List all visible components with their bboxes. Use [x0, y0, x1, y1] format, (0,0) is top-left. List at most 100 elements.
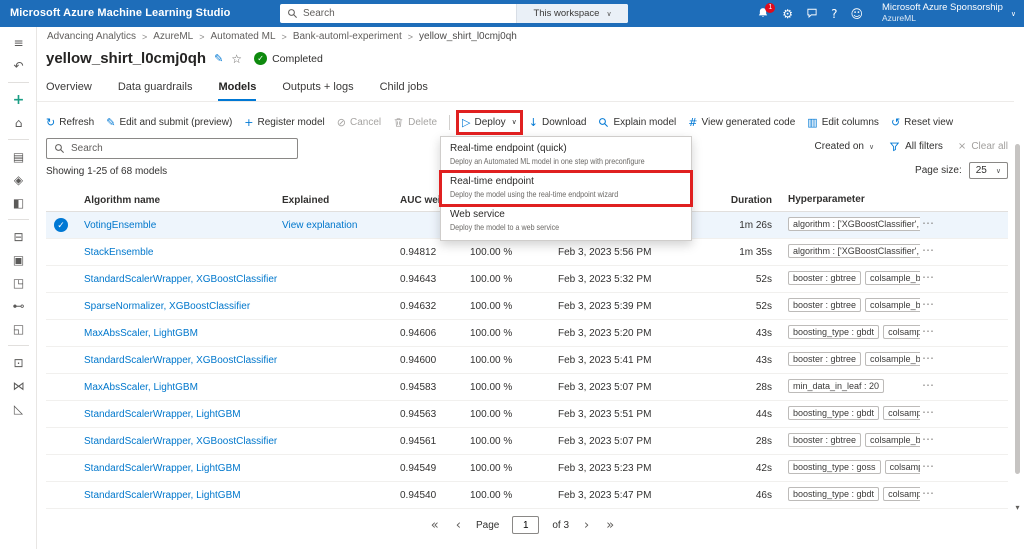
table-row[interactable]: MaxAbsScaler, LightGBM0.94606100.00 %Feb…	[46, 320, 1008, 347]
reset-view-button[interactable]: ↺Reset view	[891, 116, 953, 129]
table-row[interactable]: StandardScalerWrapper, LightGBM0.9454010…	[46, 482, 1008, 509]
last-page-button[interactable]: »	[604, 518, 616, 533]
row-more-actions-button[interactable]: ⋯	[922, 459, 935, 473]
model-name-link[interactable]: StandardScalerWrapper, XGBoostClassifier	[84, 274, 277, 285]
nav-compute[interactable]: ⊡	[0, 351, 37, 374]
nav-collapse[interactable]: ↶	[0, 54, 37, 77]
table-row[interactable]: SparseNormalizer, XGBoostClassifier0.946…	[46, 293, 1008, 320]
register-model-button[interactable]: +Register model	[244, 116, 324, 129]
breadcrumb-item[interactable]: Advancing Analytics	[47, 31, 136, 42]
edit-columns-button[interactable]: ▥Edit columns	[807, 116, 879, 129]
clear-all-button[interactable]: × Clear all	[958, 141, 1008, 152]
breadcrumb-item[interactable]: AzureML	[153, 31, 193, 42]
selected-check-icon[interactable]: ✓	[54, 218, 68, 232]
table-row[interactable]: StandardScalerWrapper, XGBoostClassifier…	[46, 428, 1008, 455]
real-time-endpoint-quick-menu-item[interactable]: Real-time endpoint (quick)Deploy an Auto…	[441, 139, 691, 172]
row-more-actions-button[interactable]: ⋯	[922, 486, 935, 500]
nav-data-labeling[interactable]: ◺	[0, 397, 37, 420]
table-row[interactable]: StandardScalerWrapper, XGBoostClassifier…	[46, 266, 1008, 293]
table-row[interactable]: StandardScalerWrapper, XGBoostClassifier…	[46, 347, 1008, 374]
next-page-button[interactable]: ›	[582, 518, 591, 533]
edit-name-icon[interactable]: ✎	[214, 52, 223, 65]
row-more-actions-button[interactable]: ⋯	[922, 243, 935, 257]
model-name-link[interactable]: VotingEnsemble	[84, 220, 156, 231]
search-scope-dropdown[interactable]: This workspace ∨	[516, 4, 628, 23]
nav-automated-ml[interactable]: ◈	[0, 168, 37, 191]
table-row[interactable]: StandardScalerWrapper, LightGBM0.9454910…	[46, 455, 1008, 482]
favorite-star-icon[interactable]: ☆	[231, 52, 242, 66]
download-button[interactable]: ↓Download	[529, 116, 587, 129]
page-number-input[interactable]	[512, 516, 539, 534]
tab-data-guardrails[interactable]: Data guardrails	[118, 81, 193, 101]
row-more-actions-button[interactable]: ⋯	[922, 216, 935, 230]
edit-and-submit-preview-button[interactable]: ✎Edit and submit (preview)	[106, 116, 232, 129]
model-name-link[interactable]: StandardScalerWrapper, LightGBM	[84, 409, 241, 420]
models-search[interactable]	[46, 138, 298, 159]
table-row[interactable]: MaxAbsScaler, LightGBM0.94583100.00 %Feb…	[46, 374, 1008, 401]
row-more-actions-button[interactable]: ⋯	[922, 270, 935, 284]
refresh-button[interactable]: ↻Refresh	[46, 116, 94, 129]
table-row[interactable]: StackEnsemble0.94812100.00 %Feb 3, 2023 …	[46, 239, 1008, 266]
real-time-endpoint-menu-item[interactable]: Real-time endpointDeploy the model using…	[441, 172, 691, 205]
nav-environments[interactable]: ◱	[0, 317, 37, 340]
nav-home[interactable]: ⌂	[0, 111, 37, 134]
model-name-link[interactable]: MaxAbsScaler, LightGBM	[84, 382, 198, 393]
models-search-input[interactable]	[71, 143, 297, 154]
view-explanation-link[interactable]: View explanation	[282, 220, 357, 231]
nav-jobs[interactable]: ▣	[0, 248, 37, 271]
model-name-link[interactable]: StackEnsemble	[84, 247, 153, 258]
breadcrumb-item[interactable]: Bank-automl-experiment	[293, 31, 402, 42]
nav-linked-services[interactable]: ⋈	[0, 374, 37, 397]
web-service-menu-item[interactable]: Web serviceDeploy the model to a web ser…	[441, 205, 691, 238]
tab-outputs-logs[interactable]: Outputs + logs	[282, 81, 353, 101]
nav-data[interactable]: ⊟	[0, 225, 37, 248]
row-more-actions-button[interactable]: ⋯	[922, 405, 935, 419]
breadcrumb-item[interactable]: yellow_shirt_l0cmj0qh	[419, 31, 517, 42]
model-name-link[interactable]: SparseNormalizer, XGBoostClassifier	[84, 301, 250, 312]
table-row[interactable]: StandardScalerWrapper, LightGBM0.9456310…	[46, 401, 1008, 428]
nav-components[interactable]: ◳	[0, 271, 37, 294]
feedback-button[interactable]	[806, 7, 818, 21]
col-hyperparameter[interactable]: Hyperparameter	[788, 194, 920, 213]
help-button[interactable]: ?	[831, 8, 837, 20]
tab-overview[interactable]: Overview	[46, 81, 92, 101]
vertical-scrollbar[interactable]: ▾	[1013, 108, 1022, 512]
prev-page-button[interactable]: ‹	[454, 518, 463, 533]
tab-models[interactable]: Models	[218, 81, 256, 101]
created-on-filter[interactable]: Created on ∨	[815, 141, 875, 152]
view-generated-code-button[interactable]: #View generated code	[688, 116, 795, 129]
row-more-actions-button[interactable]: ⋯	[922, 297, 935, 311]
nav-notebooks[interactable]: ▤	[0, 145, 37, 168]
model-name-link[interactable]: StandardScalerWrapper, XGBoostClassifier	[84, 436, 277, 447]
model-name-link[interactable]: MaxAbsScaler, LightGBM	[84, 328, 198, 339]
settings-button[interactable]: ⚙	[782, 8, 793, 20]
first-page-button[interactable]: «	[429, 518, 441, 533]
deploy-button[interactable]: ▷Deploy∨	[462, 116, 517, 129]
tab-child-jobs[interactable]: Child jobs	[380, 81, 428, 101]
scrollbar-thumb[interactable]	[1015, 144, 1020, 474]
col-duration[interactable]: Duration	[686, 195, 772, 206]
notifications-button[interactable]: 1	[757, 7, 769, 21]
model-name-link[interactable]: StandardScalerWrapper, XGBoostClassifier	[84, 355, 277, 366]
page-size-select[interactable]: 25 ∨	[969, 162, 1008, 179]
nav-pipelines[interactable]: ⊷	[0, 294, 37, 317]
explain-model-button[interactable]: Explain model	[598, 117, 676, 128]
model-name-link[interactable]: StandardScalerWrapper, LightGBM	[84, 490, 241, 501]
nav-menu[interactable]: ≡	[0, 31, 37, 54]
col-algorithm-name[interactable]: Algorithm name	[84, 195, 160, 206]
col-explained[interactable]: Explained	[282, 195, 329, 206]
account-menu[interactable]: Microsoft Azure Sponsorship AzureML ∨	[882, 3, 1016, 24]
all-filters-button[interactable]: All filters	[889, 141, 943, 152]
row-more-actions-button[interactable]: ⋯	[922, 324, 935, 338]
row-more-actions-button[interactable]: ⋯	[922, 351, 935, 365]
global-search-input[interactable]	[303, 8, 516, 19]
scroll-down-icon[interactable]: ▾	[1013, 503, 1022, 512]
smiley-button[interactable]: ☺	[850, 8, 863, 20]
nav-create-new[interactable]: +	[0, 88, 37, 111]
row-more-actions-button[interactable]: ⋯	[922, 432, 935, 446]
row-more-actions-button[interactable]: ⋯	[922, 378, 935, 392]
nav-designer[interactable]: ◧	[0, 191, 37, 214]
model-name-link[interactable]: StandardScalerWrapper, LightGBM	[84, 463, 241, 474]
breadcrumb-item[interactable]: Automated ML	[211, 31, 276, 42]
global-search[interactable]: This workspace ∨	[280, 4, 628, 23]
